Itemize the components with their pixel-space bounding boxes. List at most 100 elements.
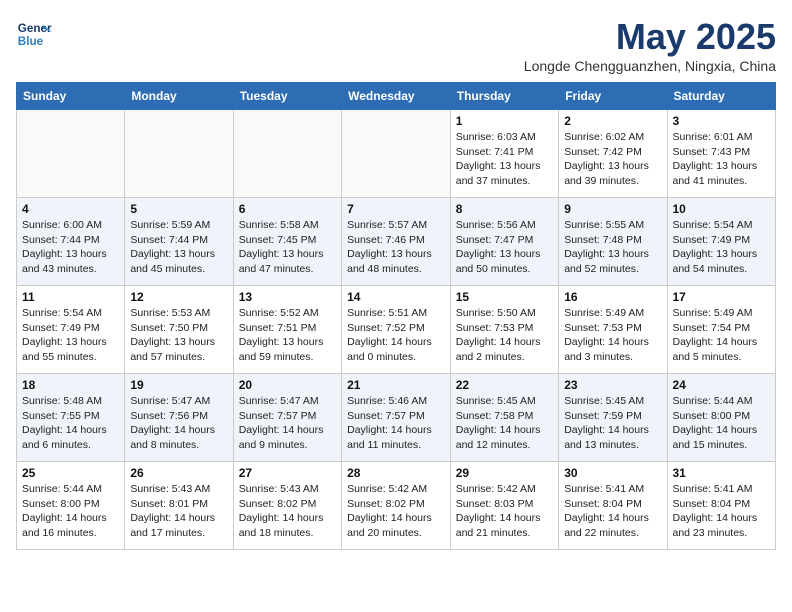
calendar-cell: 18 Sunrise: 5:48 AM Sunset: 7:55 PM Dayli…	[17, 374, 125, 462]
calendar-cell	[17, 110, 125, 198]
day-info: Sunrise: 5:45 AM Sunset: 7:59 PM Dayligh…	[564, 394, 661, 453]
calendar-cell: 12Sunrise: 5:53 AM Sunset: 7:50 PM Dayli…	[125, 286, 233, 374]
day-info: Sunrise: 5:41 AM Sunset: 8:04 PM Dayligh…	[673, 482, 771, 541]
calendar-cell: 27 Sunrise: 5:43 AM Sunset: 8:02 PM Dayli…	[233, 462, 341, 550]
month-title: May 2025	[524, 16, 776, 58]
logo: General Blue	[16, 16, 52, 52]
day-info: Sunrise: 5:41 AM Sunset: 8:04 PM Dayligh…	[564, 482, 661, 541]
day-info: Sunrise: 5:55 AM Sunset: 7:48 PM Dayligh…	[564, 218, 661, 277]
calendar-cell: 1 Sunrise: 6:03 AM Sunset: 7:41 PM Daylig…	[450, 110, 558, 198]
calendar-cell: 19 Sunrise: 5:47 AM Sunset: 7:56 PM Dayli…	[125, 374, 233, 462]
day-info: Sunrise: 5:45 AM Sunset: 7:58 PM Dayligh…	[456, 394, 553, 453]
day-number: 18	[22, 378, 119, 392]
day-number: 4	[22, 202, 119, 216]
day-number: 1	[456, 114, 553, 128]
calendar-table: SundayMondayTuesdayWednesdayThursdayFrid…	[16, 82, 776, 550]
calendar-cell: 14 Sunrise: 5:51 AM Sunset: 7:52 PM Dayli…	[342, 286, 451, 374]
calendar-cell: 24 Sunrise: 5:44 AM Sunset: 8:00 PM Dayli…	[667, 374, 776, 462]
day-info: Sunrise: 6:03 AM Sunset: 7:41 PM Dayligh…	[456, 130, 553, 189]
day-number: 27	[239, 466, 336, 480]
day-info: Sunrise: 6:00 AM Sunset: 7:44 PM Dayligh…	[22, 218, 119, 277]
day-number: 23	[564, 378, 661, 392]
calendar-cell: 10Sunrise: 5:54 AM Sunset: 7:49 PM Dayli…	[667, 198, 776, 286]
day-number: 22	[456, 378, 553, 392]
day-info: Sunrise: 5:43 AM Sunset: 8:02 PM Dayligh…	[239, 482, 336, 541]
week-row-4: 18 Sunrise: 5:48 AM Sunset: 7:55 PM Dayli…	[17, 374, 776, 462]
day-info: Sunrise: 5:42 AM Sunset: 8:02 PM Dayligh…	[347, 482, 445, 541]
day-number: 12	[130, 290, 227, 304]
col-header-tuesday: Tuesday	[233, 83, 341, 110]
week-row-3: 11 Sunrise: 5:54 AM Sunset: 7:49 PM Dayli…	[17, 286, 776, 374]
day-info: Sunrise: 5:44 AM Sunset: 8:00 PM Dayligh…	[22, 482, 119, 541]
day-number: 14	[347, 290, 445, 304]
calendar-cell: 7 Sunrise: 5:57 AM Sunset: 7:46 PM Daylig…	[342, 198, 451, 286]
day-number: 24	[673, 378, 771, 392]
logo-icon: General Blue	[16, 16, 52, 52]
day-number: 16	[564, 290, 661, 304]
calendar-cell: 25 Sunrise: 5:44 AM Sunset: 8:00 PM Dayli…	[17, 462, 125, 550]
col-header-monday: Monday	[125, 83, 233, 110]
calendar-cell	[125, 110, 233, 198]
day-info: Sunrise: 5:58 AM Sunset: 7:45 PM Dayligh…	[239, 218, 336, 277]
day-info: Sunrise: 5:49 AM Sunset: 7:54 PM Dayligh…	[673, 306, 771, 365]
calendar-cell: 2 Sunrise: 6:02 AM Sunset: 7:42 PM Daylig…	[559, 110, 667, 198]
calendar-cell: 4 Sunrise: 6:00 AM Sunset: 7:44 PM Daylig…	[17, 198, 125, 286]
day-info: Sunrise: 5:42 AM Sunset: 8:03 PM Dayligh…	[456, 482, 553, 541]
day-number: 6	[239, 202, 336, 216]
svg-text:Blue: Blue	[18, 35, 44, 48]
day-info: Sunrise: 5:52 AM Sunset: 7:51 PM Dayligh…	[239, 306, 336, 365]
title-block: May 2025 Longde Chengguanzhen, Ningxia, …	[524, 16, 776, 74]
day-number: 19	[130, 378, 227, 392]
day-number: 21	[347, 378, 445, 392]
day-number: 5	[130, 202, 227, 216]
day-info: Sunrise: 5:44 AM Sunset: 8:00 PM Dayligh…	[673, 394, 771, 453]
calendar-cell: 29 Sunrise: 5:42 AM Sunset: 8:03 PM Dayli…	[450, 462, 558, 550]
day-info: Sunrise: 5:54 AM Sunset: 7:49 PM Dayligh…	[673, 218, 771, 277]
day-number: 15	[456, 290, 553, 304]
day-info: Sunrise: 5:49 AM Sunset: 7:53 PM Dayligh…	[564, 306, 661, 365]
calendar-cell: 5Sunrise: 5:59 AM Sunset: 7:44 PM Daylig…	[125, 198, 233, 286]
calendar-cell: 31 Sunrise: 5:41 AM Sunset: 8:04 PM Dayli…	[667, 462, 776, 550]
day-info: Sunrise: 5:51 AM Sunset: 7:52 PM Dayligh…	[347, 306, 445, 365]
week-row-1: 1 Sunrise: 6:03 AM Sunset: 7:41 PM Daylig…	[17, 110, 776, 198]
day-info: Sunrise: 6:02 AM Sunset: 7:42 PM Dayligh…	[564, 130, 661, 189]
location: Longde Chengguanzhen, Ningxia, China	[524, 58, 776, 74]
day-number: 8	[456, 202, 553, 216]
calendar-cell: 23 Sunrise: 5:45 AM Sunset: 7:59 PM Dayli…	[559, 374, 667, 462]
calendar-cell: 8 Sunrise: 5:56 AM Sunset: 7:47 PM Daylig…	[450, 198, 558, 286]
day-info: Sunrise: 5:56 AM Sunset: 7:47 PM Dayligh…	[456, 218, 553, 277]
calendar-cell: 16 Sunrise: 5:49 AM Sunset: 7:53 PM Dayli…	[559, 286, 667, 374]
day-info: Sunrise: 5:47 AM Sunset: 7:56 PM Dayligh…	[130, 394, 227, 453]
day-number: 29	[456, 466, 553, 480]
calendar-cell: 26Sunrise: 5:43 AM Sunset: 8:01 PM Dayli…	[125, 462, 233, 550]
day-number: 13	[239, 290, 336, 304]
calendar-cell: 3 Sunrise: 6:01 AM Sunset: 7:43 PM Daylig…	[667, 110, 776, 198]
calendar-cell: 15 Sunrise: 5:50 AM Sunset: 7:53 PM Dayli…	[450, 286, 558, 374]
day-info: Sunrise: 5:48 AM Sunset: 7:55 PM Dayligh…	[22, 394, 119, 453]
day-number: 7	[347, 202, 445, 216]
day-info: Sunrise: 5:57 AM Sunset: 7:46 PM Dayligh…	[347, 218, 445, 277]
calendar-cell	[233, 110, 341, 198]
day-info: Sunrise: 5:43 AM Sunset: 8:01 PM Dayligh…	[130, 482, 227, 541]
calendar-cell: 11 Sunrise: 5:54 AM Sunset: 7:49 PM Dayli…	[17, 286, 125, 374]
col-header-thursday: Thursday	[450, 83, 558, 110]
day-number: 3	[673, 114, 771, 128]
col-header-friday: Friday	[559, 83, 667, 110]
day-number: 9	[564, 202, 661, 216]
day-number: 2	[564, 114, 661, 128]
day-number: 11	[22, 290, 119, 304]
day-number: 31	[673, 466, 771, 480]
calendar-cell: 21Sunrise: 5:46 AM Sunset: 7:57 PM Dayli…	[342, 374, 451, 462]
day-info: Sunrise: 6:01 AM Sunset: 7:43 PM Dayligh…	[673, 130, 771, 189]
header-row: SundayMondayTuesdayWednesdayThursdayFrid…	[17, 83, 776, 110]
col-header-wednesday: Wednesday	[342, 83, 451, 110]
day-number: 30	[564, 466, 661, 480]
calendar-cell: 6 Sunrise: 5:58 AM Sunset: 7:45 PM Daylig…	[233, 198, 341, 286]
col-header-saturday: Saturday	[667, 83, 776, 110]
calendar-cell	[342, 110, 451, 198]
day-info: Sunrise: 5:50 AM Sunset: 7:53 PM Dayligh…	[456, 306, 553, 365]
week-row-5: 25 Sunrise: 5:44 AM Sunset: 8:00 PM Dayli…	[17, 462, 776, 550]
day-info: Sunrise: 5:47 AM Sunset: 7:57 PM Dayligh…	[239, 394, 336, 453]
day-info: Sunrise: 5:54 AM Sunset: 7:49 PM Dayligh…	[22, 306, 119, 365]
day-number: 25	[22, 466, 119, 480]
